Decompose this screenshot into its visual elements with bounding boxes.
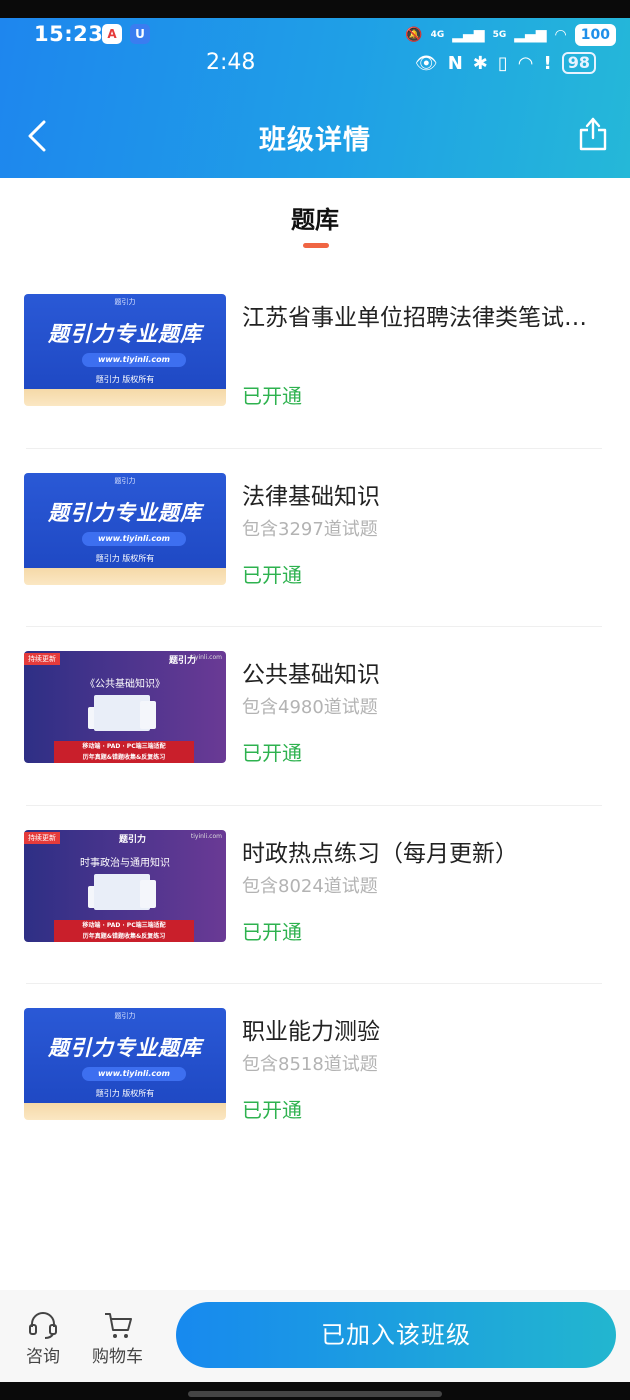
thumb-badge: 持续更新	[24, 831, 60, 844]
app-notification-icon: A	[102, 24, 122, 44]
course-thumbnail: 题引力 题引力专业题库 www.tiyinli.com 题引力 版权所有	[24, 472, 226, 585]
device-illustration	[140, 879, 156, 908]
item-question-count: 包含8024道试题	[242, 875, 378, 897]
thumb-copyright: 题引力 版权所有	[95, 553, 155, 563]
device-illustration	[140, 701, 156, 729]
bluetooth-icon: ✱	[472, 52, 488, 74]
tab-question-bank[interactable]: 题库	[0, 200, 630, 235]
wifi-icon-2: ◠	[517, 52, 534, 74]
item-status: 已开通	[242, 741, 302, 765]
list-item[interactable]: 持续更新 题引力 tiyinli.com 时事政治与通用知识 移动端 · PAD…	[0, 806, 630, 984]
item-title: 时政热点练习（每月更新）	[242, 840, 518, 867]
item-status: 已开通	[242, 1098, 302, 1122]
page-title: 班级详情	[259, 125, 371, 156]
item-title: 公共基础知识	[242, 662, 380, 688]
battery-level-2: 98	[561, 52, 596, 74]
course-thumbnail: 持续更新 题引力 tiyinli.com 《公共基础知识》 移动端 · PAD …	[24, 651, 226, 763]
top-black-bar	[0, 0, 630, 18]
thumb-url: www.tiyinli.com	[82, 353, 186, 367]
item-title: 法律基础知识	[242, 483, 380, 510]
course-thumbnail: 题引力 题引力专业题库 www.tiyinli.com 题引力 版权所有	[24, 294, 226, 406]
thumb-feature-1: 移动端 · PAD · PC端三端适配	[82, 921, 166, 929]
thumb-feature-band: 移动端 · PAD · PC端三端适配 历年真题&错题收集&反复练习	[54, 741, 194, 763]
thumb-feature-1: 移动端 · PAD · PC端三端适配	[82, 743, 166, 750]
eye-icon: 👁	[414, 52, 438, 74]
tab-active-indicator	[303, 243, 329, 248]
list-item[interactable]: 题引力 题引力专业题库 www.tiyinli.com 题引力 版权所有 职业能…	[0, 984, 630, 1163]
thumb-url: www.tiyinli.com	[82, 1067, 186, 1081]
item-question-count: 包含8518道试题	[242, 1054, 378, 1075]
header: 15:23 A U 2:48 🔕 4G ▂▄▆ 5G ▂▄▆ ◠ 100 👁 N…	[0, 18, 630, 178]
item-question-count: 包含3297道试题	[242, 518, 378, 540]
alert-icon: !	[543, 52, 552, 74]
cart-button[interactable]: 购物车	[92, 1310, 143, 1367]
app-notification-icon-2: U	[130, 24, 150, 44]
joined-class-button[interactable]: 已加入该班级	[176, 1302, 616, 1368]
course-thumbnail: 持续更新 题引力 tiyinli.com 时事政治与通用知识 移动端 · PAD…	[24, 829, 226, 942]
signal-icon-2: ▂▄▆	[514, 27, 547, 43]
list-item[interactable]: 题引力 题引力专业题库 www.tiyinli.com 题引力 版权所有 江苏省…	[0, 270, 630, 449]
status-time-secondary: 2:48	[206, 50, 256, 75]
home-indicator[interactable]	[188, 1391, 442, 1397]
vibrate-icon: ▯	[497, 52, 508, 74]
consult-button[interactable]: 咨询	[26, 1310, 60, 1367]
share-icon[interactable]	[578, 116, 608, 152]
thumb-title: 题引力专业题库	[48, 1036, 202, 1060]
thumb-title: 题引力专业题库	[48, 500, 202, 525]
thumb-title: 《公共基础知识》	[85, 679, 165, 690]
status-icons-top: 🔕 4G ▂▄▆ 5G ▂▄▆ ◠ 100	[405, 24, 616, 46]
thumb-copyright: 题引力 版权所有	[95, 1089, 155, 1098]
system-nav-bar	[0, 1382, 630, 1400]
thumb-title: 时事政治与通用知识	[80, 857, 170, 869]
thumb-feature-band: 移动端 · PAD · PC端三端适配 历年真题&错题收集&反复练习	[54, 919, 194, 942]
item-title: 职业能力测验	[242, 1019, 380, 1045]
thumb-site: tiyinli.com	[190, 654, 222, 661]
battery-level: 100	[574, 24, 616, 46]
cart-label: 购物车	[92, 1347, 143, 1367]
question-bank-list: 题引力 题引力专业题库 www.tiyinli.com 题引力 版权所有 江苏省…	[0, 270, 630, 1163]
course-thumbnail: 题引力 题引力专业题库 www.tiyinli.com 题引力 版权所有	[24, 1008, 226, 1120]
list-item[interactable]: 持续更新 题引力 tiyinli.com 《公共基础知识》 移动端 · PAD …	[0, 627, 630, 806]
item-question-count: 包含4980道试题	[242, 697, 378, 718]
bottom-action-bar: 咨询 购物车 已加入该班级	[0, 1290, 630, 1382]
thumb-brand: 题引力	[114, 476, 136, 485]
signal-5g-label: 5G	[492, 30, 507, 40]
status-time: 15:23	[34, 22, 104, 46]
thumb-title: 题引力专业题库	[48, 322, 202, 346]
thumb-feature-2: 历年真题&错题收集&反复练习	[82, 932, 166, 940]
thumb-copyright: 题引力 版权所有	[95, 375, 155, 384]
thumb-site: tiyinli.com	[190, 832, 222, 840]
nfc-icon: N	[447, 52, 463, 74]
consult-label: 咨询	[26, 1347, 60, 1367]
thumb-badge: 持续更新	[24, 653, 60, 665]
thumb-brand: 题引力	[114, 1012, 136, 1020]
item-status: 已开通	[242, 919, 302, 944]
item-status: 已开通	[242, 384, 302, 408]
item-title: 江苏省事业单位招聘法律类笔试题库	[242, 305, 592, 331]
list-item[interactable]: 题引力 题引力专业题库 www.tiyinli.com 题引力 版权所有 法律基…	[0, 449, 630, 627]
signal-4g-label: 4G	[430, 30, 445, 40]
thumb-logo: 题引力	[118, 834, 146, 845]
signal-icon: ▂▄▆	[452, 27, 485, 43]
thumb-feature-2: 历年真题&错题收集&反复练习	[82, 754, 166, 761]
cart-icon	[104, 1313, 132, 1338]
headset-icon	[29, 1312, 57, 1339]
status-icons-bottom: 👁 N ✱ ▯ ◠ ! 98	[415, 52, 596, 74]
thumb-url: www.tiyinli.com	[82, 531, 186, 546]
thumb-brand: 题引力	[114, 298, 136, 306]
item-status: 已开通	[242, 562, 302, 587]
wifi-icon: ◠	[554, 27, 567, 43]
mute-icon: 🔕	[405, 27, 423, 43]
